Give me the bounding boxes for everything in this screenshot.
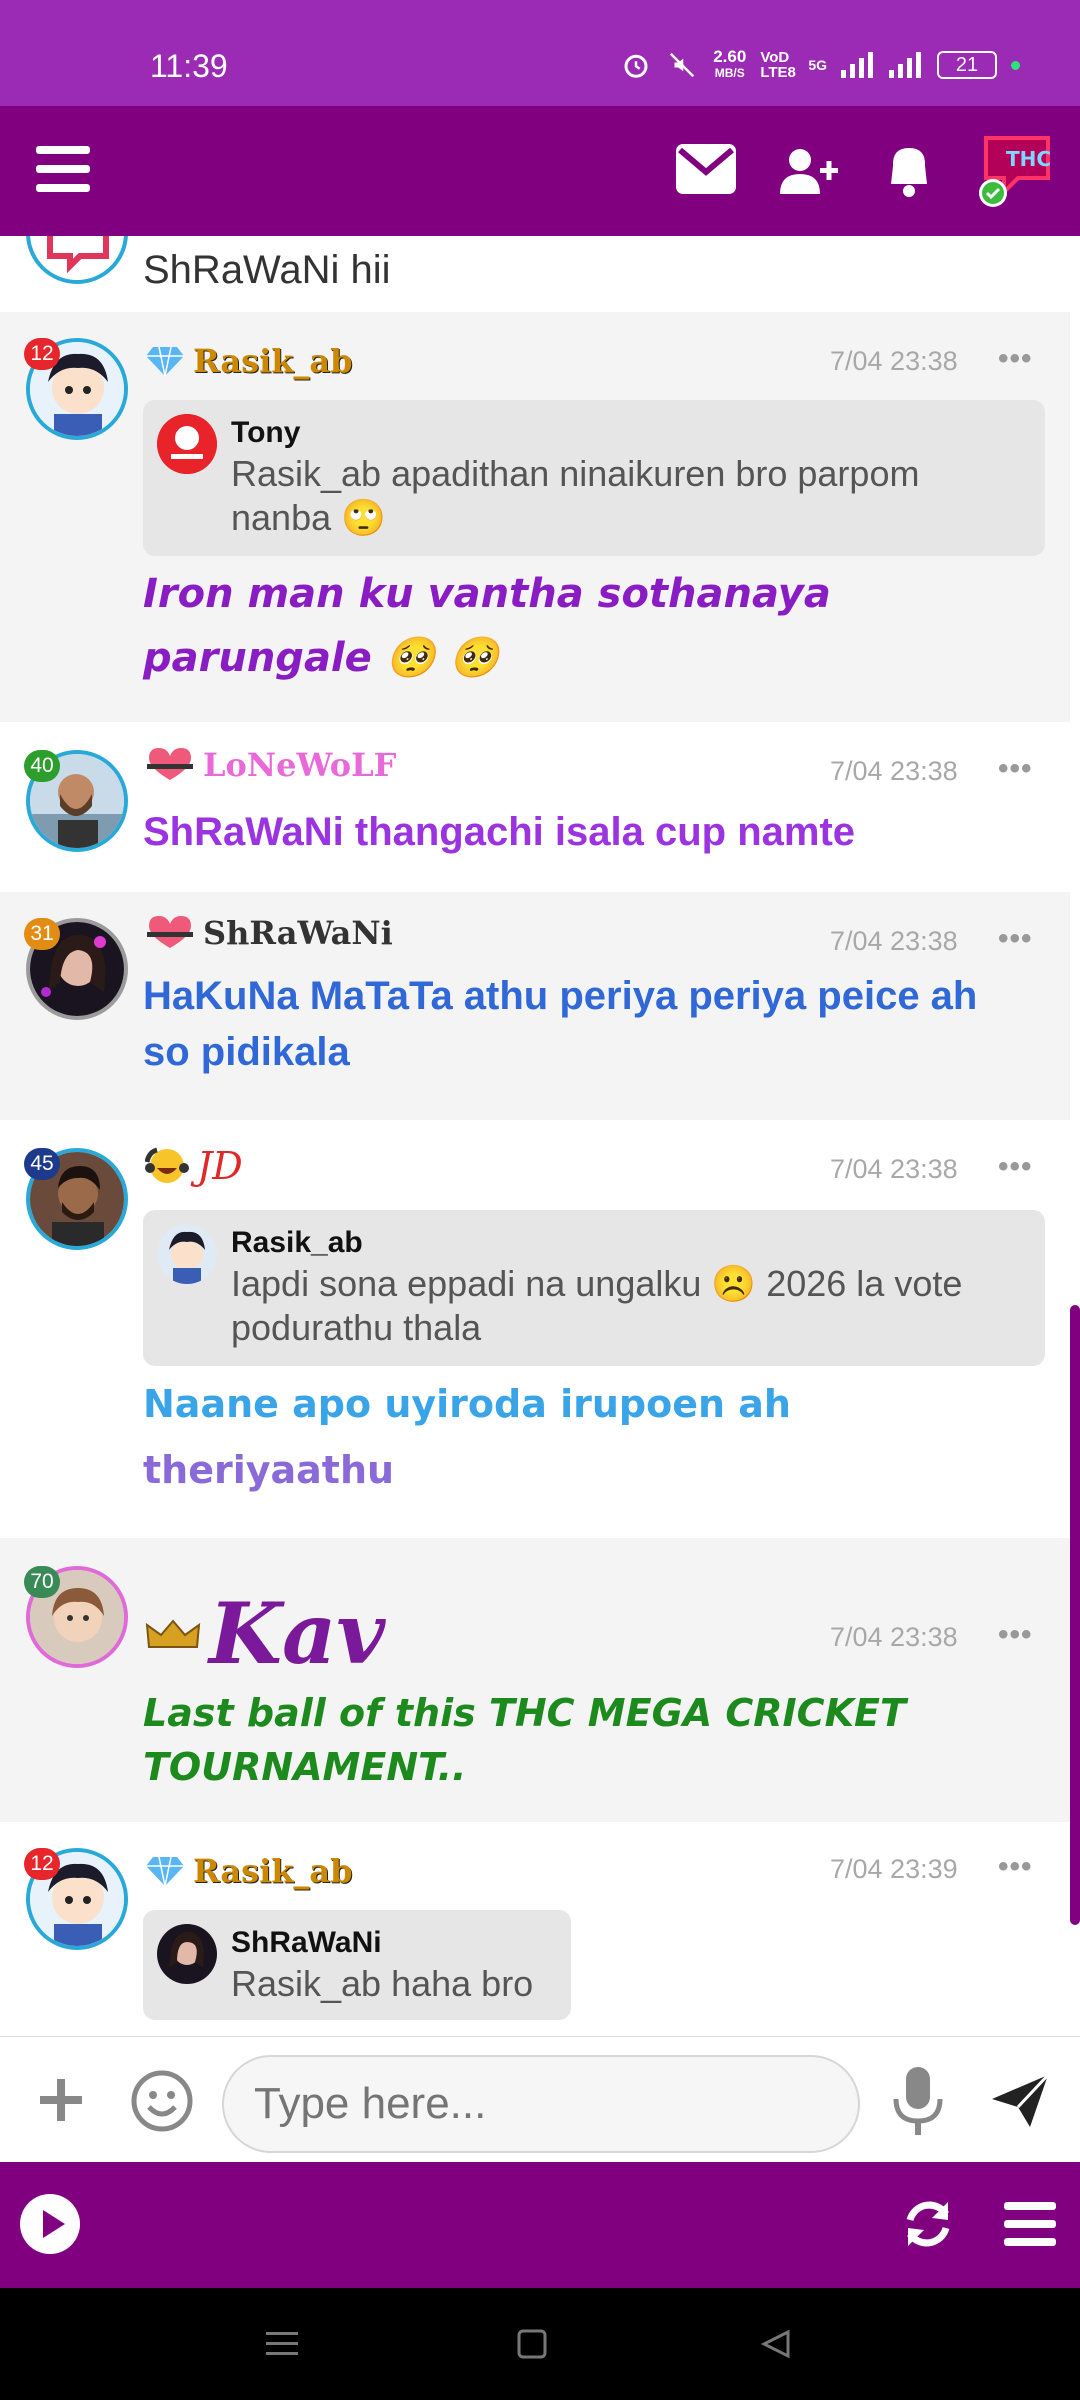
username[interactable]: ShRaWaNi: [145, 914, 393, 952]
laughing-emoji-icon: [145, 1147, 189, 1183]
notification-dot: [1011, 60, 1020, 70]
chat-message: ShRaWaNi hii: [0, 236, 1070, 312]
timestamp: 7/04 23:38: [830, 346, 958, 376]
level-badge: 40: [24, 750, 60, 782]
diamond-icon: [146, 346, 184, 377]
level-badge: 12: [24, 338, 60, 370]
profile-avatar[interactable]: THC: [978, 134, 1054, 207]
more-options-icon[interactable]: •••: [998, 752, 1033, 786]
message-text-line-1: Naane apo uyiroda irupoen ah: [143, 1382, 791, 1426]
quote-avatar: [157, 1924, 217, 1984]
back-icon[interactable]: [760, 2328, 792, 2360]
network-speed: 2.60 MB/S: [713, 47, 747, 80]
username[interactable]: Rasik_ab: [145, 342, 353, 380]
chat-message: 45 JD 7/04 23:38 ••• Rasik_ab Iapdi sona…: [0, 1120, 1070, 1538]
username[interactable]: JD: [145, 1144, 243, 1188]
message-text: Iron man ku vantha sothanaya parungale 🥺…: [143, 571, 831, 681]
menu-icon[interactable]: [36, 146, 90, 192]
envelope-icon[interactable]: [676, 144, 736, 194]
microphone-icon[interactable]: [890, 2065, 946, 2139]
battery-indicator: 21: [937, 51, 997, 79]
quote-username: ShRaWaNi: [231, 1926, 382, 1959]
timestamp: 7/04 23:39: [830, 1854, 958, 1884]
heart-icon: [147, 916, 193, 948]
quote-username: Rasik_ab: [231, 1226, 363, 1259]
timestamp: 7/04 23:38: [830, 1154, 958, 1184]
refresh-icon[interactable]: [900, 2196, 956, 2252]
player-bar: [0, 2162, 1080, 2288]
status-bar: 11:39 2.60 MB/S VoD LTE8 5G 21: [0, 0, 1080, 106]
online-check-icon: [979, 179, 1007, 207]
emoji-icon[interactable]: [130, 2069, 194, 2133]
username[interactable]: Kav: [145, 1584, 385, 1683]
message-text: Last ball of this THC MEGA CRICKET TOURN…: [143, 1691, 906, 1789]
alarm-icon: [624, 54, 648, 78]
play-icon[interactable]: [18, 2192, 82, 2256]
more-options-icon[interactable]: •••: [998, 1850, 1033, 1884]
more-options-icon[interactable]: •••: [998, 342, 1033, 376]
system-navigation-bar: [0, 2288, 1080, 2400]
player-menu-icon[interactable]: [1004, 2202, 1056, 2246]
more-options-icon[interactable]: •••: [998, 1618, 1033, 1652]
message-input[interactable]: [254, 2079, 834, 2129]
quote-avatar: [157, 414, 217, 474]
chat-message: 12 Rasik_ab 7/04 23:38 ••• Tony Rasik_ab…: [0, 312, 1070, 722]
message-input-wrapper: [222, 2055, 860, 2153]
send-icon[interactable]: [990, 2073, 1050, 2129]
home-icon[interactable]: [516, 2328, 548, 2360]
level-badge: 12: [24, 1848, 60, 1880]
status-icons: 2.60 MB/S VoD LTE8 5G 21: [621, 48, 1020, 82]
timestamp: 7/04 23:38: [830, 926, 958, 956]
timestamp: 7/04 23:38: [830, 756, 958, 786]
message-text: HaKuNa MaTaTa athu periya periya peice a…: [143, 974, 978, 1074]
avatar[interactable]: [26, 236, 128, 284]
signal-icon-2: [889, 52, 921, 78]
quote-username: Tony: [231, 416, 301, 449]
quote-text: Iapdi sona eppadi na ungalku ☹️ 2026 la …: [231, 1263, 963, 1348]
svg-text:THC: THC: [1006, 147, 1051, 171]
username[interactable]: LoNeWoLF: [145, 746, 396, 784]
level-badge: 31: [24, 918, 60, 950]
chat-list[interactable]: ShRaWaNi hii 12 Rasik_ab 7/04 23:38 ••• …: [0, 236, 1070, 2036]
mute-icon: [670, 52, 695, 78]
timestamp: 7/04 23:38: [830, 1622, 958, 1652]
app-header: THC: [0, 106, 1080, 236]
quote-text: Rasik_ab haha bro: [231, 1963, 534, 2004]
volte-label: VoD LTE8: [760, 49, 796, 81]
quote-text: Rasik_ab apadithan ninaikuren bro parpom…: [231, 453, 920, 538]
add-user-icon[interactable]: [780, 148, 838, 194]
plus-icon[interactable]: [38, 2077, 84, 2123]
quote-avatar: [157, 1224, 217, 1284]
message-text: ShRaWaNi hii: [143, 248, 391, 292]
quoted-message[interactable]: Tony Rasik_ab apadithan ninaikuren bro p…: [143, 400, 1045, 556]
chat-message: 40 LoNeWoLF 7/04 23:38 ••• ShRaWaNi than…: [0, 722, 1070, 892]
chat-scrollbar[interactable]: [1070, 1305, 1080, 1925]
recent-apps-icon[interactable]: [266, 2328, 298, 2360]
message-text: ShRaWaNi thangachi isala cup namte: [143, 810, 856, 854]
message-text-line-2: theriyaathu: [143, 1448, 395, 1492]
heart-icon: [147, 748, 193, 780]
level-badge: 70: [24, 1566, 60, 1598]
chat-message: 31 ShRaWaNi 7/04 23:38 ••• HaKuNa MaTaTa…: [0, 892, 1070, 1120]
more-options-icon[interactable]: •••: [998, 1150, 1033, 1184]
bell-icon[interactable]: [886, 144, 932, 198]
quoted-message[interactable]: ShRaWaNi Rasik_ab haha bro: [143, 1910, 571, 2020]
status-time: 11:39: [150, 48, 228, 84]
crown-icon: [145, 1618, 201, 1648]
quoted-message[interactable]: Rasik_ab Iapdi sona eppadi na ungalku ☹️…: [143, 1210, 1045, 1366]
chat-message: 12 Rasik_ab 7/04 23:39 ••• ShRaWaNi Rasi…: [0, 1822, 1070, 2036]
diamond-icon: [146, 1856, 184, 1887]
chat-message: 70 Kav 7/04 23:38 ••• Last ball of this …: [0, 1538, 1070, 1822]
message-input-bar: [0, 2036, 1080, 2162]
5g-label: 5G: [808, 57, 827, 73]
more-options-icon[interactable]: •••: [998, 922, 1033, 956]
signal-icon: [841, 52, 873, 78]
level-badge: 45: [24, 1148, 60, 1180]
username[interactable]: Rasik_ab: [145, 1852, 353, 1890]
